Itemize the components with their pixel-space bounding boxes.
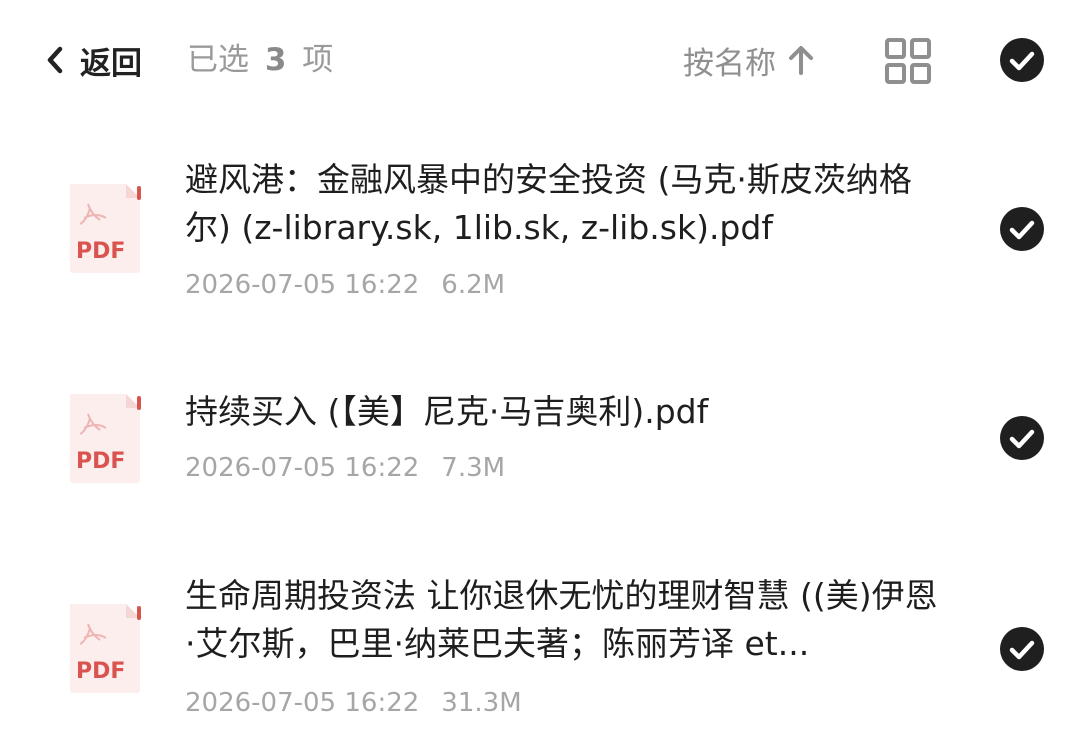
file-list-item[interactable]: PDF 生命周期投资法 让你退休无忧的理财智慧 ((美)伊恩·艾尔斯，巴里·纳莱… [0,568,1080,748]
file-size: 6.2M [441,270,506,300]
file-checkbox[interactable] [999,206,1045,252]
arrow-up-icon [776,43,816,77]
pdf-file-icon: PDF [66,182,144,274]
file-name: 生命周期投资法 让你退休无忧的理财智慧 ((美)伊恩·艾尔斯，巴里·纳莱巴夫著；… [185,576,938,663]
check-circle-icon [999,207,1045,256]
file-name: 持续买入 (【美】尼克·马吉奥利).pdf [185,392,709,431]
selection-count: 已选 3 项 [187,38,333,82]
selection-number: 3 [264,42,287,78]
back-button[interactable]: 返回 [44,36,142,84]
file-size: 7.3M [441,453,506,483]
grid-icon [884,38,932,89]
file-date: 2026-07-05 16:22 [185,688,420,718]
selection-prefix: 已选 [187,42,249,78]
sort-by-name-button[interactable]: 按名称 [683,36,816,84]
file-size: 31.3M [441,688,522,718]
pdf-file-icon: PDF [66,392,144,484]
file-date: 2026-07-05 16:22 [185,270,420,300]
pdf-icon-label: PDF [76,659,125,684]
file-checkbox[interactable] [999,626,1045,672]
selection-suffix: 项 [302,42,334,78]
pdf-file-icon: PDF [66,602,144,694]
top-bar: 返回 已选 3 项 按名称 [0,0,1080,120]
file-list-item[interactable]: PDF 持续买入 (【美】尼克·马吉奥利).pdf 2026-07-05 16:… [0,382,1080,522]
grid-view-button[interactable] [884,37,932,85]
file-name: 避风港：金融风暴中的安全投资 (马克·斯皮茨纳格尔) (z-library.sk… [185,160,912,247]
chevron-left-icon [44,43,66,77]
file-meta: 2026-07-05 16:22 7.3M [185,453,505,483]
sort-label: 按名称 [683,45,776,82]
file-meta: 2026-07-05 16:22 31.3M [185,688,522,718]
back-label: 返回 [80,45,142,82]
select-all-checkbox[interactable] [999,37,1045,83]
pdf-icon-label: PDF [76,239,125,264]
check-circle-icon [999,38,1045,87]
file-list-item[interactable]: PDF 避风港：金融风暴中的安全投资 (马克·斯皮茨纳格尔) (z-librar… [0,150,1080,330]
file-meta: 2026-07-05 16:22 6.2M [185,270,505,300]
pdf-icon-label: PDF [76,449,125,474]
file-date: 2026-07-05 16:22 [185,453,420,483]
check-circle-icon [999,627,1045,676]
file-checkbox[interactable] [999,415,1045,461]
check-circle-icon [999,416,1045,465]
